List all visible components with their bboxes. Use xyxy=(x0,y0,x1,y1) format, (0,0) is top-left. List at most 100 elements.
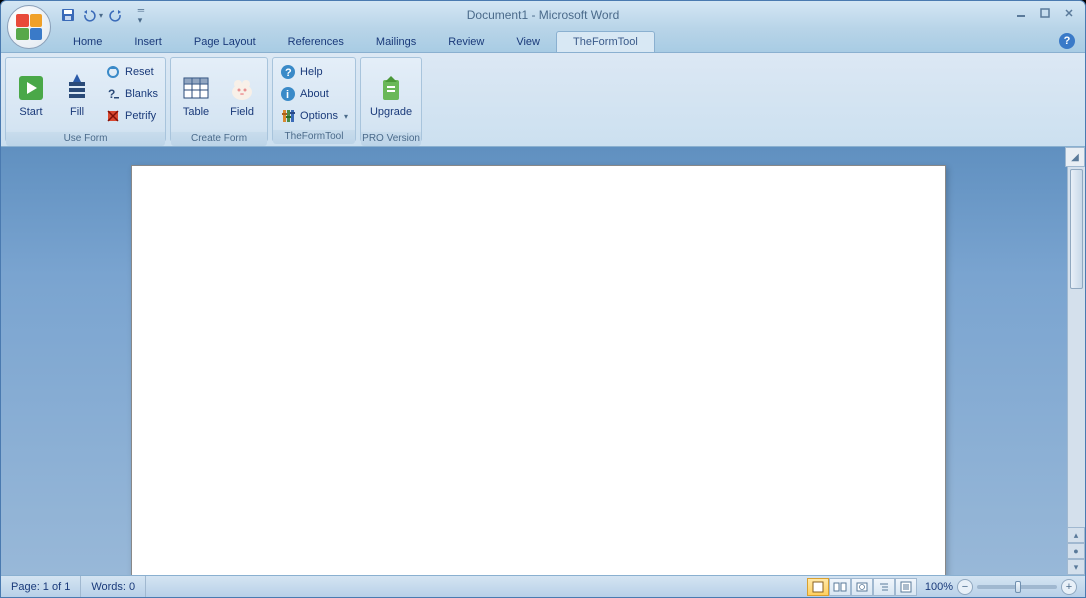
save-icon xyxy=(60,7,76,23)
next-page-button[interactable]: ▾ xyxy=(1067,559,1085,575)
window-controls xyxy=(1011,5,1079,21)
undo-button[interactable]: ▾ xyxy=(81,4,103,26)
fill-icon xyxy=(61,72,93,104)
web-icon xyxy=(855,581,869,593)
office-logo-icon xyxy=(16,14,42,40)
reset-button[interactable]: Reset xyxy=(101,61,162,83)
close-icon xyxy=(1064,8,1074,18)
browse-object-nav: ▴ ● ▾ xyxy=(1067,527,1085,575)
draft-view[interactable] xyxy=(895,578,917,596)
word-count[interactable]: Words: 0 xyxy=(81,576,146,597)
outline-icon xyxy=(877,581,891,593)
vertical-scrollbar[interactable] xyxy=(1067,167,1085,555)
tab-theformtool[interactable]: TheFormTool xyxy=(556,31,655,52)
tab-page-layout[interactable]: Page Layout xyxy=(178,32,272,52)
ribbon-tabs: Home Insert Page Layout References Maili… xyxy=(1,29,1085,53)
page-status[interactable]: Page: 1 of 1 xyxy=(1,576,81,597)
ruler-toggle[interactable]: ◢ xyxy=(1065,147,1085,167)
double-down-icon: ▾ xyxy=(1074,562,1079,573)
start-icon xyxy=(15,72,47,104)
print-layout-icon xyxy=(811,581,825,593)
redo-icon xyxy=(108,7,124,23)
blanks-button[interactable]: ? Blanks xyxy=(101,83,162,105)
group-label: Use Form xyxy=(6,132,165,146)
upgrade-icon xyxy=(375,72,407,104)
plus-icon: + xyxy=(1066,581,1072,593)
petrify-icon xyxy=(105,108,121,124)
about-button[interactable]: i About xyxy=(276,83,352,105)
reset-icon xyxy=(105,64,121,80)
start-button[interactable]: Start xyxy=(9,61,53,129)
options-button[interactable]: Options ▾ xyxy=(276,105,352,127)
minimize-icon xyxy=(1016,8,1026,18)
petrify-button[interactable]: Petrify xyxy=(101,105,162,127)
zoom-in-button[interactable]: + xyxy=(1061,579,1077,595)
zoom-out-button[interactable]: − xyxy=(957,579,973,595)
about-icon: i xyxy=(280,86,296,102)
chevron-down-icon: ═▾ xyxy=(138,5,144,26)
prev-page-button[interactable]: ▴ xyxy=(1067,527,1085,543)
statusbar: Page: 1 of 1 Words: 0 100% − + xyxy=(1,575,1085,597)
svg-text:i: i xyxy=(286,89,289,101)
minimize-button[interactable] xyxy=(1011,5,1031,21)
field-icon xyxy=(226,72,258,104)
tab-references[interactable]: References xyxy=(272,32,360,52)
document-page[interactable] xyxy=(131,165,946,575)
group-label: Create Form xyxy=(171,132,267,146)
help-button[interactable]: ? Help xyxy=(276,61,352,83)
tab-insert[interactable]: Insert xyxy=(118,32,178,52)
print-layout-view[interactable] xyxy=(807,578,829,596)
help-button[interactable]: ? xyxy=(1059,33,1075,49)
options-icon xyxy=(280,108,296,124)
undo-icon xyxy=(81,7,97,23)
quick-access-toolbar: ▾ ═▾ xyxy=(57,4,151,26)
draft-icon xyxy=(899,581,913,593)
double-up-icon: ▴ xyxy=(1074,530,1079,541)
close-button[interactable] xyxy=(1059,5,1079,21)
scroll-thumb[interactable] xyxy=(1070,169,1083,289)
select-browse-object[interactable]: ● xyxy=(1067,543,1085,559)
field-button[interactable]: Field xyxy=(220,61,264,129)
reading-icon xyxy=(833,581,847,593)
group-label: PRO Version xyxy=(361,132,421,146)
ruler-icon: ◢ xyxy=(1071,152,1079,163)
qat-customize-button[interactable]: ═▾ xyxy=(129,4,151,26)
svg-text:?: ? xyxy=(285,67,292,79)
upgrade-button[interactable]: Upgrade xyxy=(364,61,418,129)
tab-mailings[interactable]: Mailings xyxy=(360,32,432,52)
dropdown-arrow-icon: ▾ xyxy=(99,11,103,20)
group-use-form: Start Fill Reset ? Blanks xyxy=(5,57,166,142)
circle-icon: ● xyxy=(1073,546,1078,556)
office-button[interactable] xyxy=(7,5,51,49)
tab-home[interactable]: Home xyxy=(57,32,118,52)
tab-review[interactable]: Review xyxy=(432,32,500,52)
maximize-button[interactable] xyxy=(1035,5,1055,21)
minus-icon: − xyxy=(962,581,968,593)
dropdown-arrow-icon: ▾ xyxy=(344,112,348,121)
titlebar: ▾ ═▾ Document1 - Microsoft Word xyxy=(1,1,1085,29)
table-button[interactable]: Table xyxy=(174,61,218,129)
group-label: TheFormTool xyxy=(273,130,355,144)
group-theformtool: ? Help i About Options ▾ TheFormTool xyxy=(272,57,356,142)
full-screen-reading-view[interactable] xyxy=(829,578,851,596)
window-title: Document1 - Microsoft Word xyxy=(467,8,620,22)
table-icon xyxy=(180,72,212,104)
tab-view[interactable]: View xyxy=(500,32,556,52)
maximize-icon xyxy=(1040,8,1050,18)
ribbon: Start Fill Reset ? Blanks xyxy=(1,53,1085,147)
fill-button[interactable]: Fill xyxy=(55,61,99,129)
redo-button[interactable] xyxy=(105,4,127,26)
outline-view[interactable] xyxy=(873,578,895,596)
blanks-icon: ? xyxy=(105,86,121,102)
zoom-controls: 100% − + xyxy=(917,579,1085,595)
group-pro-version: Upgrade PRO Version xyxy=(360,57,422,142)
word-window: ▾ ═▾ Document1 - Microsoft Word Home Ins… xyxy=(0,0,1086,598)
group-create-form: Table Field Create Form xyxy=(170,57,268,142)
save-button[interactable] xyxy=(57,4,79,26)
zoom-level[interactable]: 100% xyxy=(925,581,953,593)
zoom-slider-handle[interactable] xyxy=(1015,581,1021,593)
zoom-slider[interactable] xyxy=(977,585,1057,589)
web-layout-view[interactable] xyxy=(851,578,873,596)
svg-text:?: ? xyxy=(108,87,115,101)
document-area: ◢ ▴ ● ▾ xyxy=(1,147,1085,575)
